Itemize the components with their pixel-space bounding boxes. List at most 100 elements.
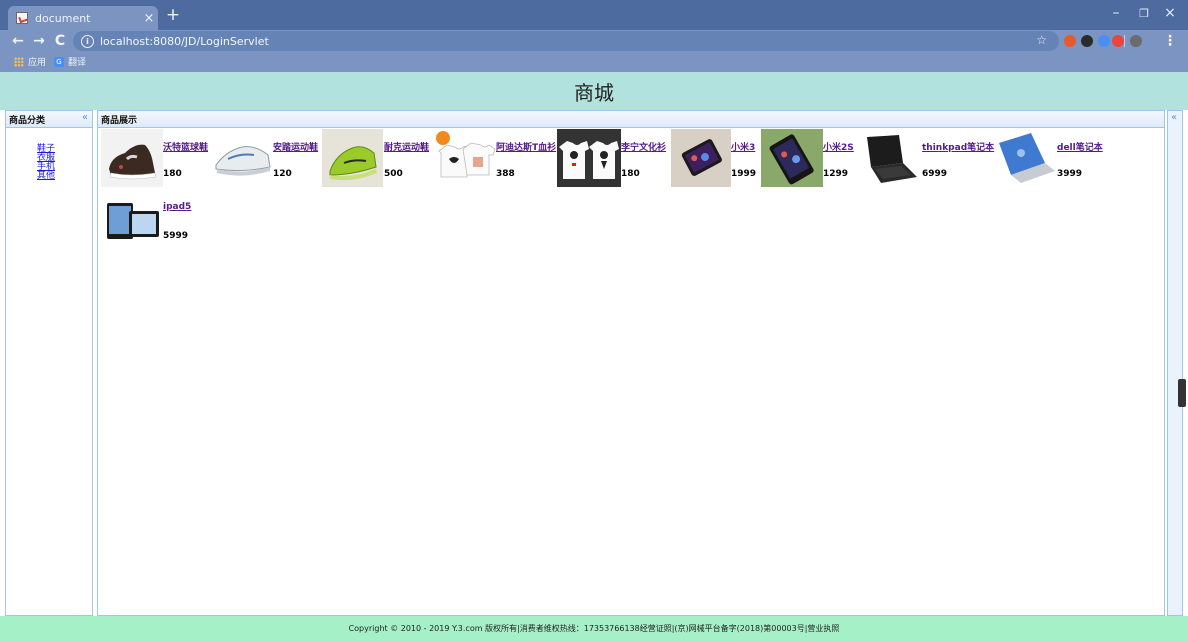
translate-icon: G (54, 56, 64, 67)
product-name-link[interactable]: 小米3 (731, 140, 755, 153)
shoe-image-icon (109, 144, 157, 180)
side-drag-handle[interactable] (1178, 379, 1186, 407)
address-bar[interactable]: i localhost:8080/JD/LoginServlet ☆ (73, 31, 1059, 51)
browser-toolbar: ← → C i localhost:8080/JD/LoginServlet ☆… (0, 30, 1188, 52)
laptop-image-icon (867, 135, 917, 183)
product-price: 3999 (1057, 169, 1083, 179)
product-panel-header: 商品展示 (98, 111, 1164, 128)
extension-icon-3[interactable] (1098, 35, 1110, 47)
product-card: 小米2S 1299 (761, 129, 859, 187)
bookmarks-bar: 应用 G 翻译 (0, 52, 1188, 72)
expand-east-icon[interactable]: « (1171, 112, 1177, 123)
product-image[interactable] (212, 129, 273, 187)
tablet-image-icon (107, 203, 159, 239)
product-price: 500 (384, 169, 403, 179)
product-price: 5999 (163, 231, 189, 241)
bookmark-apps[interactable]: 应用 (14, 55, 46, 68)
close-window-button[interactable]: × (1158, 5, 1182, 23)
product-card: 安踏运动鞋 120 (212, 129, 322, 187)
product-price: 1299 (823, 169, 849, 179)
toolbar-divider (1124, 35, 1125, 47)
apps-grid-icon (14, 56, 24, 67)
forward-button[interactable]: → (29, 30, 49, 52)
category-panel: 商品分类 « 鞋子 衣服 手机 其他 (5, 110, 93, 616)
footer-copyright: Copyright © 2010 - 2019 Y.3.com 版权所有|消费者… (348, 624, 840, 633)
profile-avatar-icon[interactable] (1130, 35, 1142, 47)
back-button[interactable]: ← (8, 30, 28, 52)
extension-icon-2[interactable] (1081, 35, 1093, 47)
east-panel: « (1167, 110, 1183, 616)
product-card: thinkpad笔记本 6999 (859, 129, 995, 187)
product-image[interactable] (101, 129, 163, 187)
page-title: 商城 (574, 80, 614, 105)
page-favicon-icon (16, 12, 28, 24)
product-price: 6999 (922, 169, 948, 179)
product-row: ipad5 5999 (101, 191, 211, 249)
product-image[interactable] (859, 129, 921, 187)
product-price: 180 (163, 169, 182, 179)
product-image[interactable] (671, 129, 731, 187)
product-price: 180 (621, 169, 640, 179)
tshirt-image-icon (436, 131, 496, 178)
page-footer: Copyright © 2010 - 2019 Y.3.com 版权所有|消费者… (0, 616, 1188, 641)
product-panel-title: 商品展示 (101, 116, 138, 126)
page-header: 商城 (0, 72, 1188, 110)
product-name-link[interactable]: thinkpad笔记本 (922, 140, 994, 153)
bookmark-translate[interactable]: G 翻译 (54, 55, 86, 68)
product-price: 388 (496, 169, 515, 179)
product-name-link[interactable]: 小米2S (823, 140, 854, 153)
bookmark-apps-label: 应用 (28, 58, 47, 68)
product-card: 阿迪达斯T血衫 388 (433, 129, 557, 187)
product-card: 耐克运动鞋 500 (322, 129, 433, 187)
product-image[interactable] (101, 191, 163, 249)
product-image[interactable] (995, 129, 1057, 187)
category-panel-header: 商品分类 « (6, 111, 92, 128)
tshirt-image-icon (559, 141, 619, 179)
product-name-link[interactable]: ipad5 (163, 202, 191, 212)
bookmark-star-icon[interactable]: ☆ (1036, 33, 1047, 47)
product-image[interactable] (433, 129, 497, 187)
new-tab-button[interactable]: + (163, 7, 183, 25)
info-icon[interactable]: i (81, 34, 94, 48)
product-name-link[interactable]: 安踏运动鞋 (273, 140, 318, 153)
collapse-west-icon[interactable]: « (82, 112, 88, 123)
url-text[interactable]: localhost:8080/JD/LoginServlet (100, 35, 269, 48)
product-name-link[interactable]: 耐克运动鞋 (384, 140, 429, 153)
product-name-link[interactable]: 阿迪达斯T血衫 (496, 140, 556, 153)
category-panel-title: 商品分类 (9, 116, 46, 126)
product-image[interactable] (557, 129, 621, 187)
bookmark-translate-label: 翻译 (68, 58, 87, 68)
product-price: 1999 (731, 169, 757, 179)
sneaker-image-icon (329, 146, 377, 181)
maximize-button[interactable]: ❐ (1132, 5, 1156, 23)
product-card: 小米3 1999 (671, 129, 761, 187)
product-panel: 商品展示 沃特篮球鞋 180 安踏运动鞋 120 耐克运动鞋 500 阿迪达斯T… (97, 110, 1165, 616)
product-name-link[interactable]: 沃特篮球鞋 (163, 140, 208, 153)
tab-document[interactable]: document × (8, 6, 158, 30)
product-card: dell笔记本 3999 (995, 129, 1105, 187)
page-body: 商城 商品分类 « 鞋子 衣服 手机 其他 商品展示 沃特篮球鞋 180 安踏运… (0, 72, 1188, 641)
reload-button[interactable]: C (50, 30, 70, 52)
phone-image-icon (681, 139, 722, 176)
phone-image-icon (769, 134, 814, 185)
tab-strip: document × + – ❐ × (0, 0, 1188, 30)
tab-title: document (35, 11, 91, 25)
laptop-image-icon (999, 133, 1055, 183)
sneaker-image-icon (215, 146, 271, 176)
category-link-other[interactable]: 其他 (37, 172, 55, 181)
product-image[interactable] (322, 129, 383, 187)
category-list: 鞋子 衣服 手机 其他 (37, 145, 55, 181)
product-card: 李宁文化衫 180 (557, 129, 671, 187)
browser-chrome: document × + – ❐ × ← → C i localhost:808… (0, 0, 1188, 72)
product-card: ipad5 5999 (101, 191, 211, 249)
product-name-link[interactable]: 李宁文化衫 (621, 140, 666, 153)
tab-close-icon[interactable]: × (140, 11, 158, 26)
product-price: 120 (273, 169, 292, 179)
minimize-button[interactable]: – (1104, 5, 1128, 23)
extension-icon-4[interactable] (1112, 35, 1124, 47)
product-card: 沃特篮球鞋 180 (101, 129, 212, 187)
product-name-link[interactable]: dell笔记本 (1057, 140, 1103, 153)
product-image[interactable] (761, 129, 823, 187)
browser-menu-button[interactable]: ⋮ (1160, 30, 1180, 52)
extension-icon-1[interactable] (1064, 35, 1076, 47)
